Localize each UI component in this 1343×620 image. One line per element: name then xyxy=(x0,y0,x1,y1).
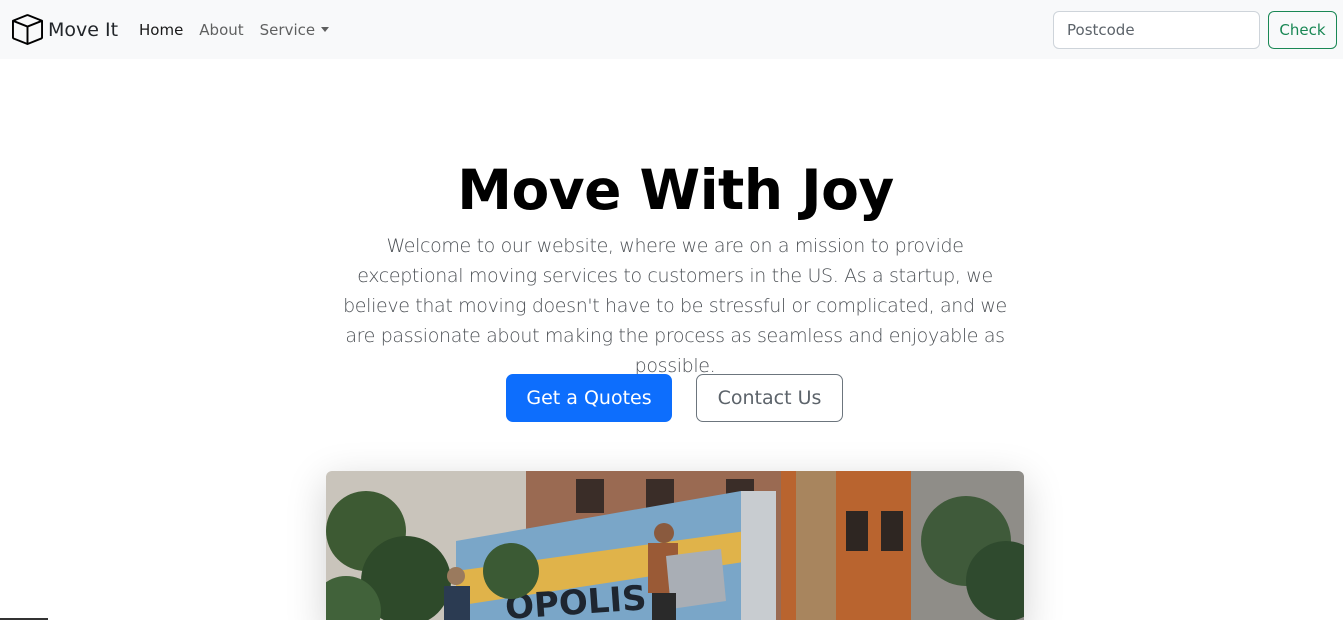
postcode-form: Check xyxy=(1053,11,1337,49)
brand-name: Move It xyxy=(48,18,119,41)
hero-image: OPOLIS xyxy=(326,471,1024,620)
hero-lead-text: Welcome to our website, where we are on … xyxy=(343,235,1007,377)
nav-link-service-label: Service xyxy=(259,20,316,39)
main-nav: Home About Service xyxy=(139,0,345,59)
top-navbar: Move It Home About Service Check xyxy=(0,0,1343,59)
moving-truck-photo: OPOLIS xyxy=(326,471,1024,620)
box-icon xyxy=(12,14,43,45)
contact-us-button[interactable]: Contact Us xyxy=(696,374,843,422)
nav-dropdown-service[interactable]: Service xyxy=(259,20,330,39)
get-quotes-button[interactable]: Get a Quotes xyxy=(506,374,672,422)
hero-title: Move With Joy xyxy=(457,158,894,222)
brand-link[interactable]: Move It xyxy=(12,14,118,45)
postcode-input[interactable] xyxy=(1053,11,1260,49)
check-button[interactable]: Check xyxy=(1268,11,1337,49)
nav-link-about[interactable]: About xyxy=(199,21,243,39)
nav-link-home[interactable]: Home xyxy=(139,21,183,39)
caret-down-icon xyxy=(321,26,330,32)
